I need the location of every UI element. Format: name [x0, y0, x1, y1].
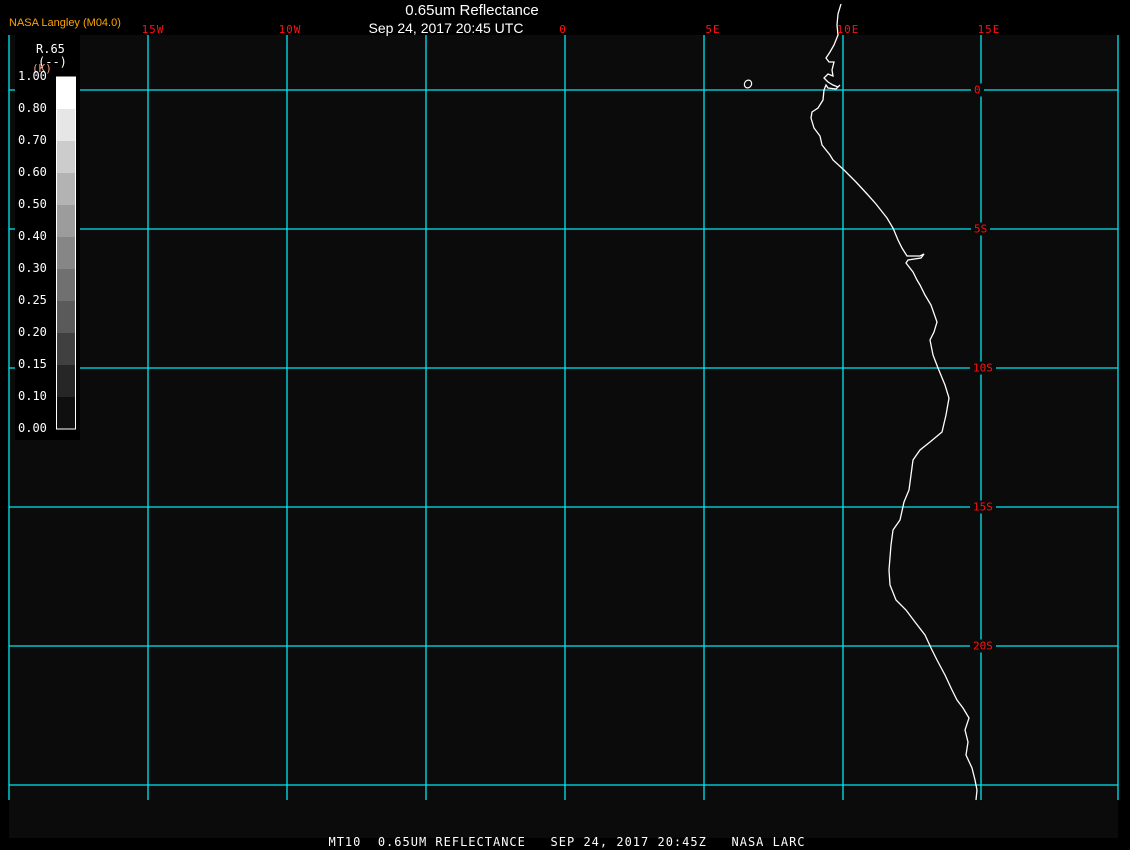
legend-swatch: [57, 237, 75, 269]
legend-swatch: [57, 269, 75, 301]
legend-swatch: [57, 109, 75, 141]
legend-colorbar: [56, 76, 76, 430]
legend-swatch: [57, 173, 75, 205]
lat-label-20s: 20S: [970, 639, 996, 653]
legend-swatch: [57, 77, 75, 109]
legend-tick-label: 0.60: [18, 165, 47, 179]
credit-label: NASA Langley (M04.0): [9, 17, 121, 29]
footer-caption: MT10 0.65UM REFLECTANCE SEP 24, 2017 20:…: [328, 835, 806, 849]
legend-tick-label: 0.25: [18, 293, 47, 307]
legend-swatch: [57, 141, 75, 173]
legend-tick-label: 0.40: [18, 229, 47, 243]
datetime-label: Sep 24, 2017 20:45 UTC: [368, 20, 524, 36]
satellite-map: [8, 3, 1119, 838]
legend-tick-label: 1.00: [18, 69, 47, 83]
legend-tick-label: 0.00: [18, 421, 47, 435]
lat-label-10s: 10S: [970, 361, 996, 375]
lat-label-5s: 5S: [971, 222, 991, 236]
map-bottom-strip: [9, 800, 1118, 838]
page-title: 0.65um Reflectance: [405, 2, 539, 19]
legend-tick-label: 0.80: [18, 101, 47, 115]
legend-tick-label: 0.70: [18, 133, 47, 147]
legend-swatch: [57, 397, 75, 429]
legend-tick-label: 0.50: [18, 197, 47, 211]
lon-label-10e: 10E: [836, 23, 860, 36]
legend-tick-label: 0.30: [18, 261, 47, 275]
lat-label-15s: 15S: [970, 500, 996, 514]
legend-name: R.65: [36, 42, 65, 56]
legend-tick-label: 0.10: [18, 389, 47, 403]
lon-label-10w: 10W: [278, 23, 302, 36]
lon-label-15w: 15W: [141, 23, 165, 36]
map-panel: [9, 35, 1118, 800]
legend-swatch: [57, 333, 75, 365]
legend-tick-label: 0.15: [18, 357, 47, 371]
legend-swatch: [57, 301, 75, 333]
lon-label-5e: 5E: [705, 23, 721, 36]
lon-label-15e: 15E: [977, 23, 1001, 36]
lat-label-0: 0: [971, 83, 984, 97]
legend-tick-label: 0.20: [18, 325, 47, 339]
legend-swatch: [57, 205, 75, 237]
legend-swatch: [57, 365, 75, 397]
lon-label-0: 0: [559, 23, 567, 36]
